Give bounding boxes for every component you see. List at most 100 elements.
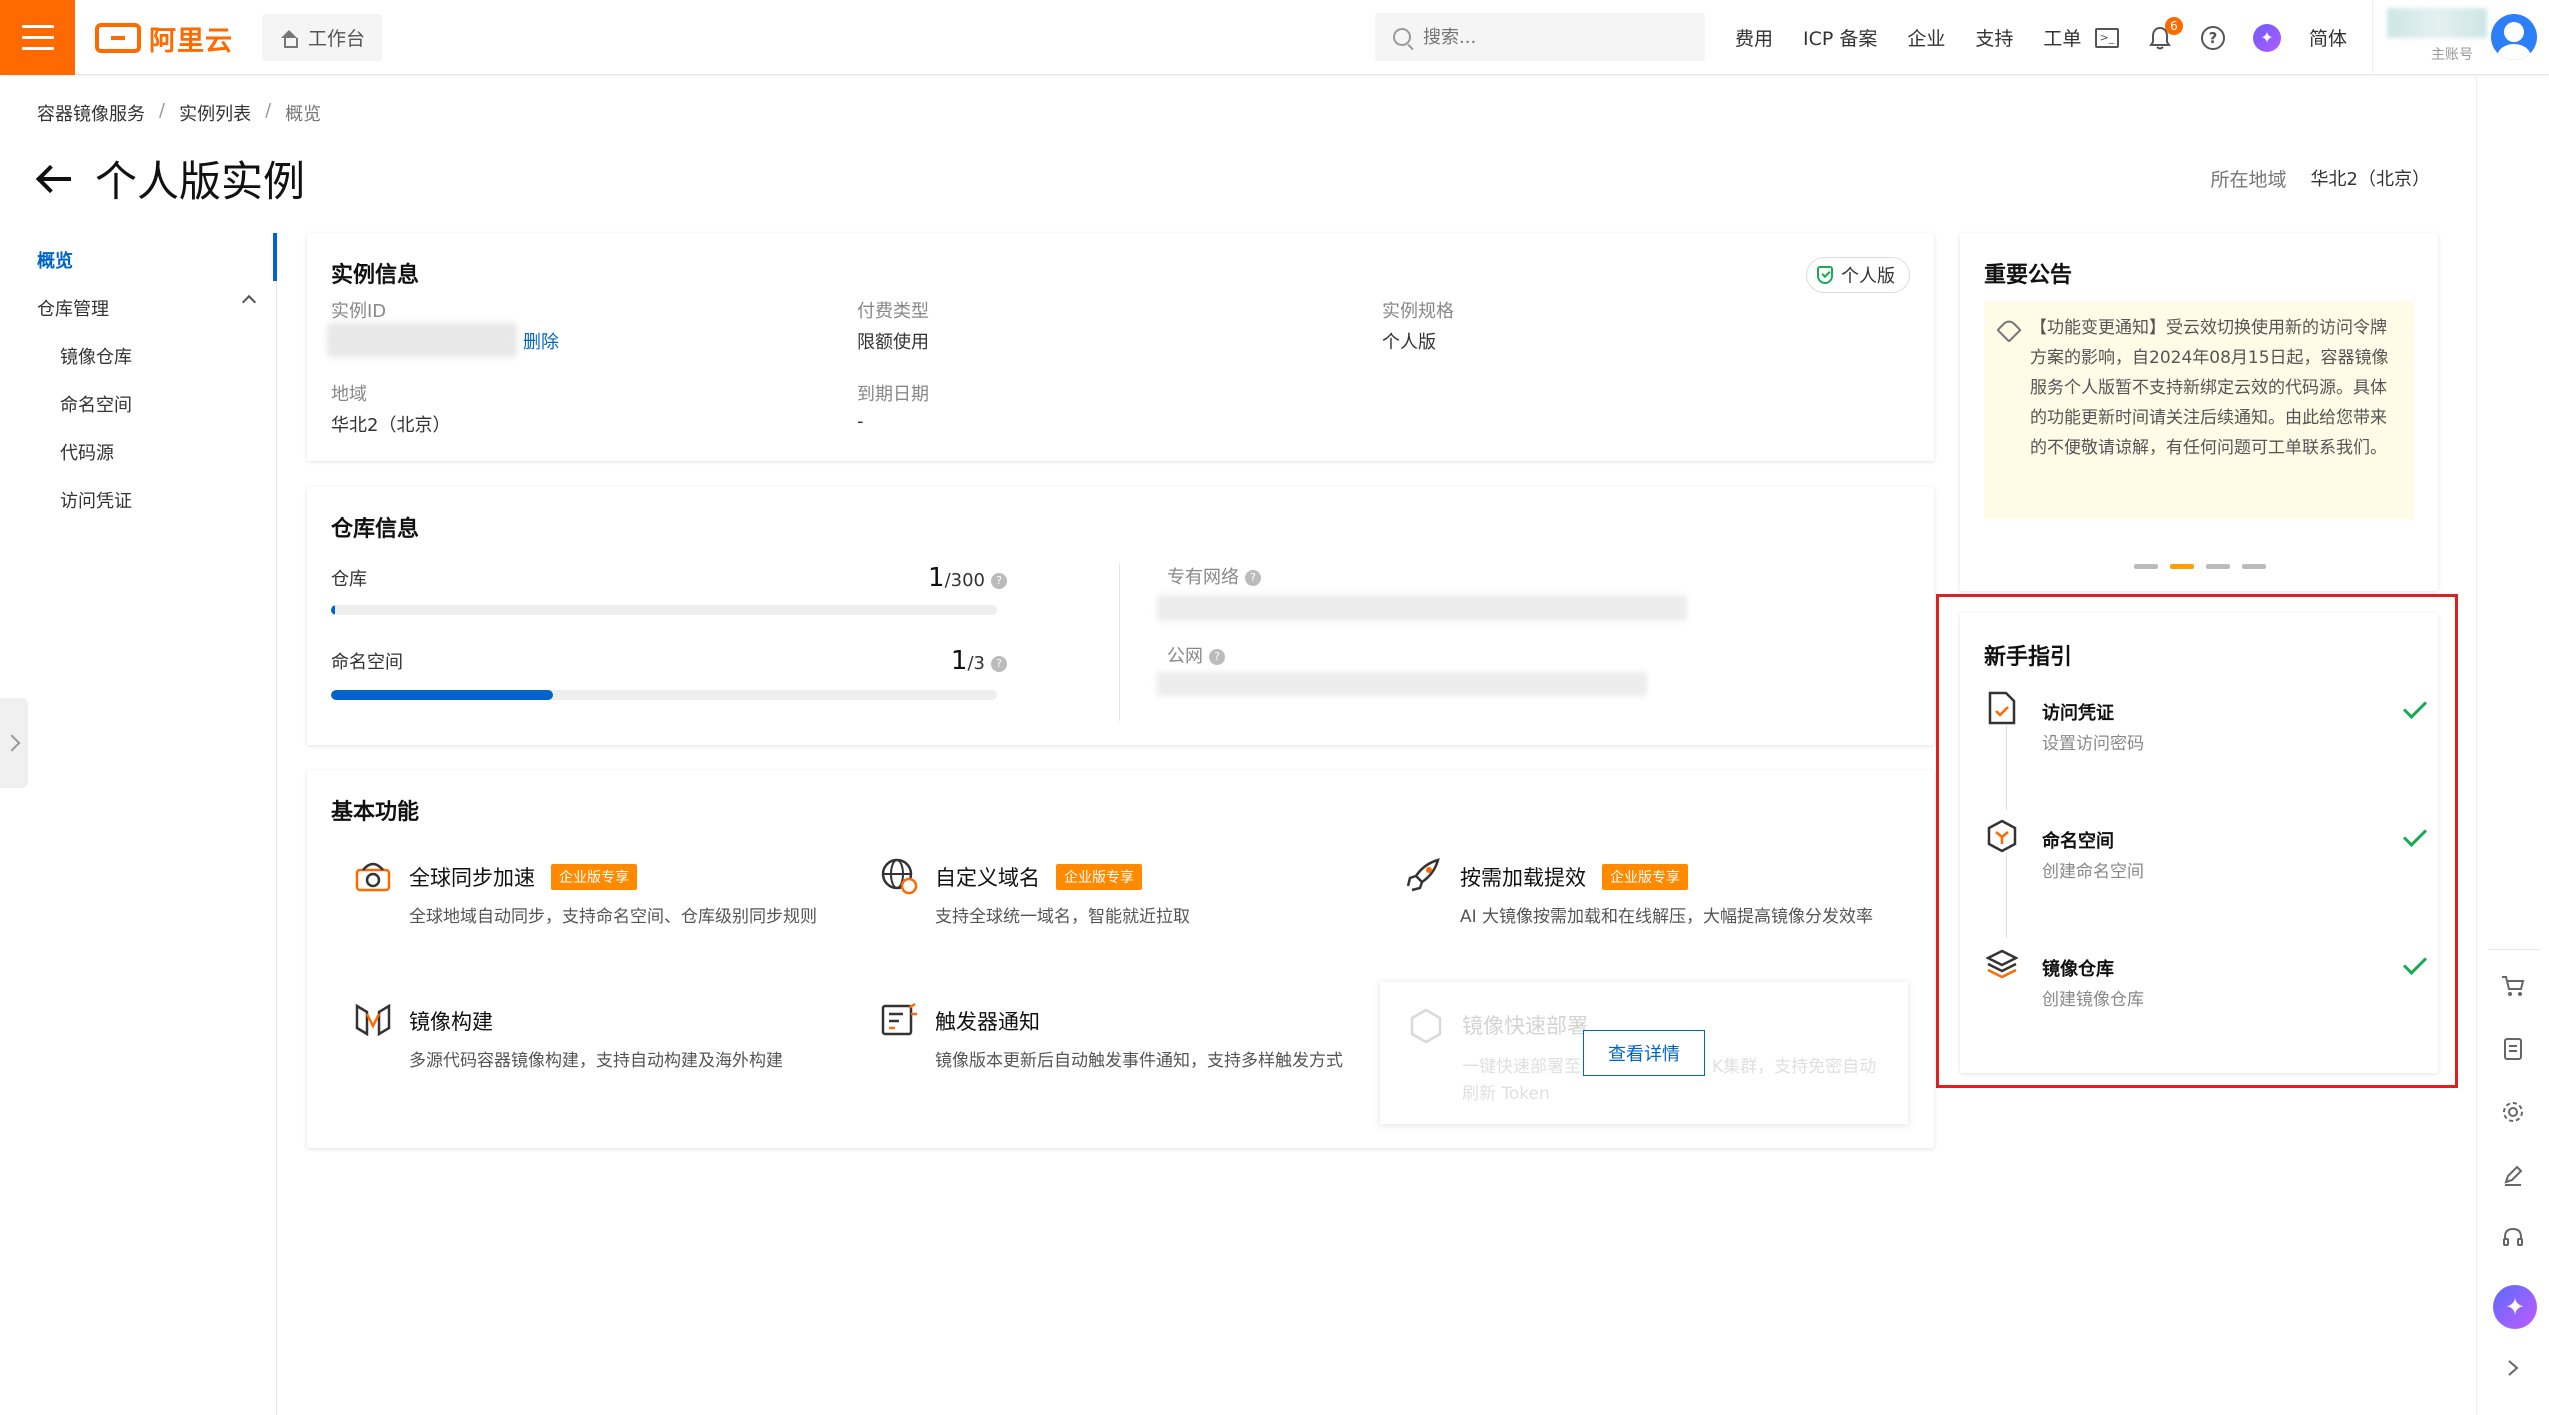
sidebar-active-indicator	[273, 233, 277, 281]
carousel-dot-active[interactable]	[2170, 564, 2194, 569]
breadcrumb-separator: /	[159, 100, 166, 121]
question-icon[interactable]: ?	[1245, 570, 1261, 586]
feature-title: 按需加载提效 企业版专享	[1460, 862, 1688, 892]
workbench-button[interactable]: 工作台	[262, 14, 382, 61]
account-type-label: 主账号	[2431, 47, 2473, 63]
namespace-quota-count: 1/3?	[737, 646, 1007, 676]
feature-description-part2: K集群，支持免密自动	[1712, 1057, 1877, 1077]
cart-icon[interactable]	[2499, 972, 2527, 1000]
card-title: 仓库信息	[331, 517, 420, 542]
image-build-icon	[355, 1003, 391, 1037]
feature-description: 全球地域自动同步，支持命名空间、仓库级别同步规则	[409, 907, 817, 927]
card-title: 基本功能	[331, 800, 420, 825]
settings-gear-icon[interactable]	[2499, 1098, 2527, 1126]
global-search[interactable]	[1375, 13, 1705, 61]
breadcrumb-item[interactable]: 实例列表	[179, 100, 251, 126]
billing-icon[interactable]	[2499, 1035, 2527, 1063]
sidebar-item-code-source[interactable]: 代码源	[60, 439, 114, 465]
ai-assistant-icon[interactable]: ✦	[2253, 23, 2281, 52]
feature-name: 自定义域名	[935, 866, 1040, 890]
terminal-icon[interactable]: >_	[2095, 27, 2119, 48]
repo-info-card: 仓库信息 仓库 1/300? 命名空间 1/3? 专有网络? 公网?	[307, 487, 1934, 745]
sidebar-expand-handle[interactable]	[0, 698, 28, 788]
top-nav-links: 费用 ICP 备案 企业 支持 工单	[1735, 0, 2081, 75]
card-title: 重要公告	[1984, 263, 2073, 288]
breadcrumb-separator: /	[265, 100, 272, 121]
feature-description: 支持全球统一域名，智能就近拉取	[935, 907, 1190, 927]
headset-support-icon[interactable]	[2499, 1224, 2527, 1252]
hamburger-menu-button[interactable]	[0, 0, 75, 75]
repo-quota-progress	[331, 605, 997, 615]
notification-icon	[881, 1002, 917, 1036]
shield-check-icon	[1817, 266, 1833, 284]
public-address-blurred	[1157, 672, 1647, 696]
pay-type-value: 限额使用	[857, 332, 929, 353]
enterprise-tag: 企业版专享	[551, 864, 637, 890]
top-bar: 阿里云 工作台 费用 ICP 备案 企业 支持 工单 >_ 6 ? ✦ 简体 主…	[0, 0, 2549, 75]
home-icon	[280, 29, 298, 48]
feature-name: 镜像构建	[409, 1010, 493, 1034]
feature-title: 镜像构建	[409, 1006, 493, 1036]
question-icon[interactable]: ?	[991, 573, 1007, 589]
carousel-dot[interactable]	[2242, 564, 2266, 569]
instance-info-card: 实例信息 个人版 实例ID 删除 付费类型 限额使用 实例规格 个人版 地域 华…	[307, 233, 1934, 461]
feature-name: 镜像快速部署	[1462, 1014, 1588, 1038]
notification-count-badge: 6	[2165, 16, 2183, 35]
important-notice-card: 重要公告 【功能变更通知】受云效切换使用新的访问令牌方案的影响，自2024年08…	[1960, 233, 2438, 591]
ai-assistant-rail-icon[interactable]: ✦	[2493, 1285, 2537, 1329]
vpc-label-text: 专有网络	[1167, 567, 1239, 588]
bell-icon[interactable]: 6	[2147, 16, 2183, 51]
guide-highlight-frame	[1936, 594, 2458, 1088]
expire-date-value: -	[857, 411, 864, 432]
breadcrumb: 容器镜像服务 / 实例列表 / 概览	[37, 100, 321, 126]
edit-icon[interactable]	[2499, 1161, 2527, 1189]
help-icon[interactable]: ?	[2201, 25, 2225, 50]
card-title: 实例信息	[331, 263, 420, 288]
search-input[interactable]	[1423, 26, 1693, 48]
account-area[interactable]: 主账号	[2372, 0, 2549, 75]
nav-link-fees[interactable]: 费用	[1735, 24, 1773, 51]
nav-link-ticket[interactable]: 工单	[2043, 24, 2081, 51]
delete-link[interactable]: 删除	[523, 328, 559, 354]
carousel-dot[interactable]	[2206, 564, 2230, 569]
question-icon[interactable]: ?	[991, 656, 1007, 672]
sidebar-item-overview[interactable]: 概览	[37, 247, 73, 273]
language-switch[interactable]: 简体	[2309, 24, 2347, 51]
public-network-label-text: 公网	[1167, 646, 1203, 667]
repo-total: /300	[944, 570, 985, 591]
vpc-address-blurred	[1157, 595, 1687, 621]
sidebar-item-image-repo[interactable]: 镜像仓库	[60, 343, 132, 369]
workbench-label: 工作台	[308, 28, 366, 50]
sidebar-group-repo-mgmt[interactable]: 仓库管理	[37, 295, 109, 321]
feature-quick-deploy-card[interactable]: 镜像快速部署 一键快速部署至 K集群，支持免密自动 刷新 Token 查看详情	[1380, 982, 1908, 1124]
nav-link-support[interactable]: 支持	[1975, 24, 2013, 51]
search-icon	[1393, 28, 1411, 46]
view-details-button[interactable]: 查看详情	[1583, 1030, 1705, 1076]
region-label: 所在地域	[2210, 169, 2287, 191]
page-title: 个人版实例	[95, 157, 306, 206]
avatar[interactable]	[2491, 14, 2537, 60]
spec-value: 个人版	[1382, 332, 1436, 353]
instance-id-blurred	[327, 323, 517, 357]
progress-fill	[331, 605, 335, 615]
global-sync-icon	[355, 862, 391, 892]
nav-link-enterprise[interactable]: 企业	[1907, 24, 1945, 51]
progress-fill	[331, 690, 553, 700]
chevron-up-icon[interactable]	[241, 294, 257, 310]
breadcrumb-item[interactable]: 容器镜像服务	[37, 100, 145, 126]
left-sidebar: 概览 仓库管理 镜像仓库 命名空间 代码源 访问凭证	[0, 233, 277, 1415]
question-icon[interactable]: ?	[1209, 649, 1225, 665]
tag-icon	[1996, 317, 2022, 343]
carousel-dot[interactable]	[2134, 564, 2158, 569]
instance-id-label: 实例ID	[331, 301, 387, 322]
vpc-label: 专有网络?	[1167, 563, 1261, 589]
nav-link-icp[interactable]: ICP 备案	[1803, 24, 1877, 51]
sidebar-item-namespace[interactable]: 命名空间	[60, 391, 132, 417]
pay-type-label: 付费类型	[857, 301, 929, 322]
page-header: 个人版实例	[37, 148, 305, 209]
chevron-right-icon[interactable]	[2499, 1354, 2527, 1382]
back-arrow-icon[interactable]	[37, 164, 73, 194]
sidebar-item-access-credential[interactable]: 访问凭证	[60, 487, 132, 513]
aliyun-logo[interactable]: 阿里云	[95, 18, 233, 58]
logo-icon	[95, 23, 141, 53]
